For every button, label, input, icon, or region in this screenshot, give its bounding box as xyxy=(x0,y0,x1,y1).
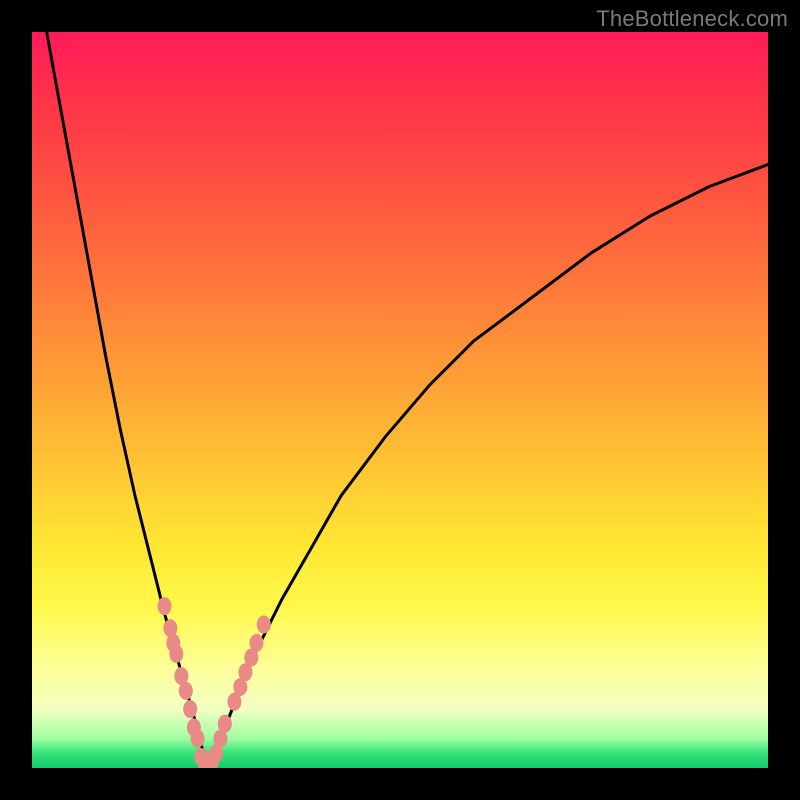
plot-area xyxy=(32,32,768,768)
data-marker xyxy=(169,645,183,663)
curve-layer xyxy=(32,32,768,768)
data-marker xyxy=(158,597,172,615)
data-marker xyxy=(257,616,271,634)
chart-frame: TheBottleneck.com xyxy=(0,0,800,800)
watermark-text: TheBottleneck.com xyxy=(596,6,788,32)
data-marker xyxy=(250,634,264,652)
bottleneck-curve xyxy=(47,32,768,768)
data-marker xyxy=(191,730,205,748)
data-marker xyxy=(179,682,193,700)
data-marker xyxy=(183,700,197,718)
data-marker xyxy=(218,715,232,733)
